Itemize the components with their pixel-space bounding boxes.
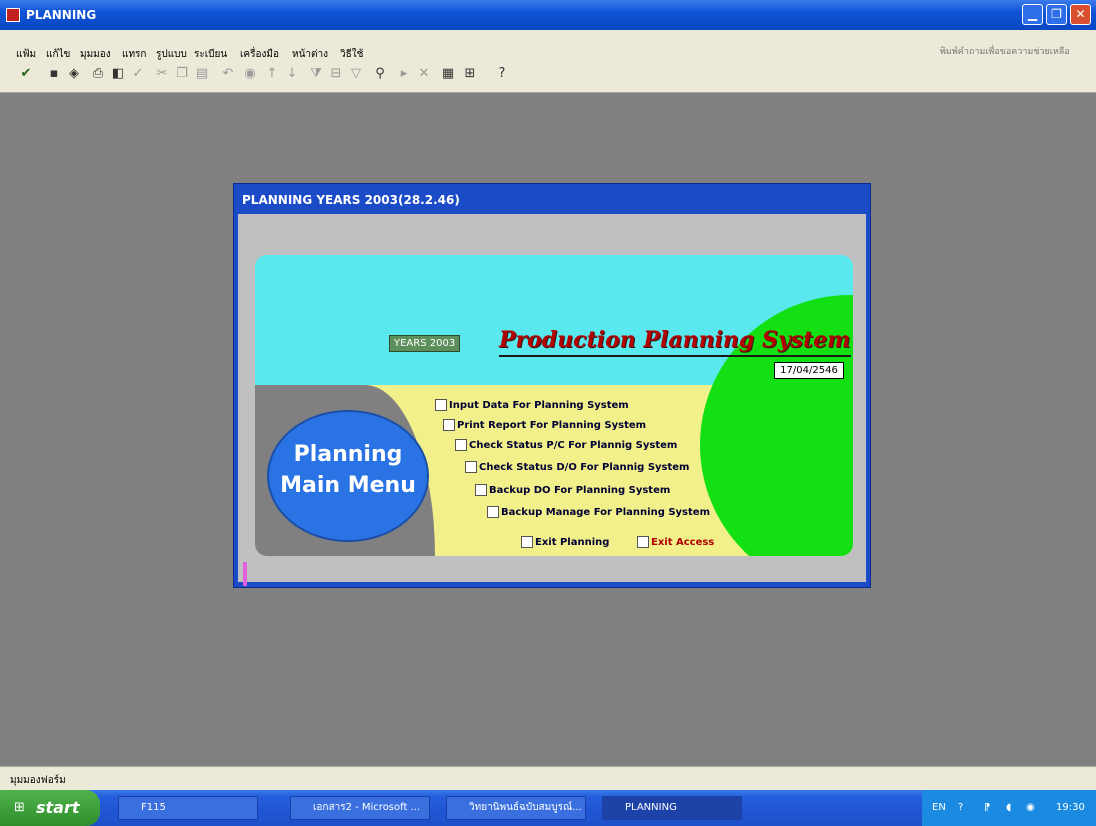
title-bar: PLANNING ▁ ❐ ✕: [0, 0, 1096, 30]
status-bar: มุมมองฟอร์ม: [0, 766, 1096, 791]
system-tray: EN ? ⁋ ◖ ◉ 19:30: [922, 790, 1096, 826]
help-search-input[interactable]: พิมพ์คำถามเพื่อขอความช่วยเหลือ: [940, 44, 1070, 58]
find-icon[interactable]: ⚲: [372, 66, 388, 82]
main-menu-label-line1: Planning: [293, 442, 403, 467]
option-input-data[interactable]: Input Data For Planning System: [435, 399, 629, 411]
record-selector-strip: [243, 562, 247, 586]
start-label: start: [36, 798, 80, 817]
dialog-body: Planning Main Menu YEARS 2003 Production…: [238, 214, 866, 586]
close-button[interactable]: ✕: [1070, 4, 1091, 25]
checkbox-icon: [637, 536, 649, 548]
planning-dialog: PLANNING YEARS 2003(28.2.46) Planning Ma…: [233, 183, 871, 588]
save-icon[interactable]: ▪: [46, 66, 62, 82]
checkbox-icon: [435, 399, 447, 411]
checkbox-icon: [455, 439, 467, 451]
view-icon[interactable]: ✔: [18, 66, 34, 82]
exit-planning-button[interactable]: Exit Planning: [521, 536, 609, 548]
dialog-title: PLANNING YEARS 2003(28.2.46): [242, 193, 460, 207]
sort-ascending-icon[interactable]: ↑: [264, 66, 280, 82]
cut-icon[interactable]: ✂: [154, 66, 170, 82]
product-title: Production Planning System: [499, 327, 851, 353]
years-badge: YEARS 2003: [389, 335, 461, 352]
help-icon[interactable]: ?: [494, 66, 510, 82]
security-icon[interactable]: ◉: [1026, 802, 1035, 813]
option-backup-manage[interactable]: Backup Manage For Planning System: [487, 506, 710, 518]
paste-icon[interactable]: ▤: [194, 66, 210, 82]
filter-selection-icon[interactable]: ⧩: [308, 66, 324, 82]
option-backup-do[interactable]: Backup DO For Planning System: [475, 484, 670, 496]
new-record-icon[interactable]: ▸: [396, 66, 412, 82]
database-window-icon[interactable]: ⊞: [462, 66, 478, 82]
undo-icon[interactable]: ↶: [220, 66, 236, 82]
checkbox-icon: [521, 536, 533, 548]
clock[interactable]: 19:30: [1056, 802, 1085, 813]
copy-icon[interactable]: ❐: [174, 66, 190, 82]
window-title: PLANNING: [26, 8, 97, 22]
spelling-icon[interactable]: ✓: [130, 66, 146, 82]
checkbox-icon: [487, 506, 499, 518]
taskbar: ⊞ start F115 เอกสาร2 - Microsoft ... วิท…: [0, 790, 1096, 826]
network-icon[interactable]: ⁋: [984, 802, 990, 813]
apply-filter-icon[interactable]: ▽: [348, 66, 364, 82]
maximize-button[interactable]: ❐: [1046, 4, 1067, 25]
status-text: มุมมองฟอร์ม: [10, 775, 66, 786]
sort-descending-icon[interactable]: ↓: [284, 66, 300, 82]
date-field: 17/04/2546: [774, 362, 844, 379]
checkbox-icon: [475, 484, 487, 496]
option-print-report[interactable]: Print Report For Planning System: [443, 419, 646, 431]
taskbar-item-word-doc1[interactable]: เอกสาร2 - Microsoft ...: [290, 796, 430, 820]
checkbox-icon: [443, 419, 455, 431]
main-menu-badge: Planning Main Menu: [267, 410, 429, 542]
volume-icon[interactable]: ◖: [1006, 802, 1011, 813]
help-tray-icon[interactable]: ?: [958, 802, 963, 813]
print-icon[interactable]: ⎙: [90, 66, 106, 82]
main-menu-label-line2: Main Menu: [280, 473, 416, 498]
taskbar-item-planning[interactable]: PLANNING: [602, 796, 742, 820]
title-underline: [499, 355, 851, 357]
file-search-icon[interactable]: ◈: [66, 66, 82, 82]
checkbox-icon: [465, 461, 477, 473]
app-icon: [6, 8, 20, 22]
taskbar-item-folder[interactable]: F115: [118, 796, 258, 820]
properties-icon[interactable]: ▦: [440, 66, 456, 82]
delete-record-icon[interactable]: ✕: [416, 66, 432, 82]
print-preview-icon[interactable]: ◧: [110, 66, 126, 82]
windows-logo-icon: ⊞: [14, 800, 25, 815]
filter-form-icon[interactable]: ⊟: [328, 66, 344, 82]
option-check-status-pc[interactable]: Check Status P/C For Plannig System: [455, 439, 677, 451]
menu-panel: Planning Main Menu YEARS 2003 Production…: [255, 255, 853, 556]
minimize-button[interactable]: ▁: [1022, 4, 1043, 25]
hyperlink-icon[interactable]: ◉: [242, 66, 258, 82]
start-button[interactable]: ⊞ start: [0, 790, 100, 826]
option-check-status-do[interactable]: Check Status D/O For Plannig System: [465, 461, 689, 473]
exit-access-button[interactable]: Exit Access: [637, 536, 714, 548]
taskbar-item-word-doc2[interactable]: วิทยานิพนธ์ฉบับสมบูรณ์...: [446, 796, 586, 820]
language-indicator[interactable]: EN: [932, 802, 946, 813]
